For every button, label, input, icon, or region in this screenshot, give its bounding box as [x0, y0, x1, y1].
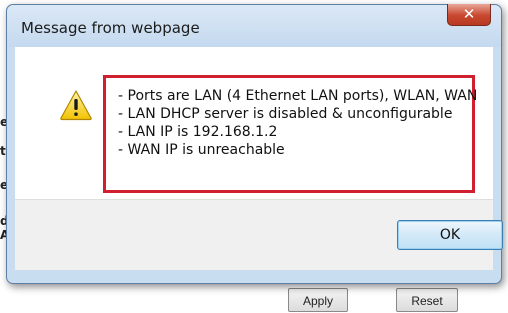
- message-line: - Ports are LAN (4 Ethernet LAN ports), …: [118, 88, 478, 104]
- dialog-button-bar: OK: [15, 199, 503, 270]
- close-icon: ✕: [462, 5, 476, 23]
- warning-icon: [60, 90, 92, 121]
- message-dialog: Message from webpage ✕ - Ports are LAN (…: [6, 4, 503, 284]
- dialog-title: Message from webpage: [21, 19, 200, 37]
- message-highlight-box: - Ports are LAN (4 Ethernet LAN ports), …: [103, 75, 478, 193]
- ok-button[interactable]: OK: [397, 220, 503, 250]
- apply-button[interactable]: Apply: [288, 288, 348, 312]
- message-line: - WAN IP is unreachable: [118, 142, 285, 158]
- message-line: - LAN IP is 192.168.1.2: [118, 124, 278, 140]
- reset-button[interactable]: Reset: [396, 288, 458, 312]
- message-line: - LAN DHCP server is disabled & unconfig…: [118, 106, 453, 122]
- close-button[interactable]: ✕: [447, 4, 491, 26]
- dialog-titlebar[interactable]: Message from webpage ✕: [7, 4, 501, 47]
- dialog-content: - Ports are LAN (4 Ethernet LAN ports), …: [15, 47, 493, 199]
